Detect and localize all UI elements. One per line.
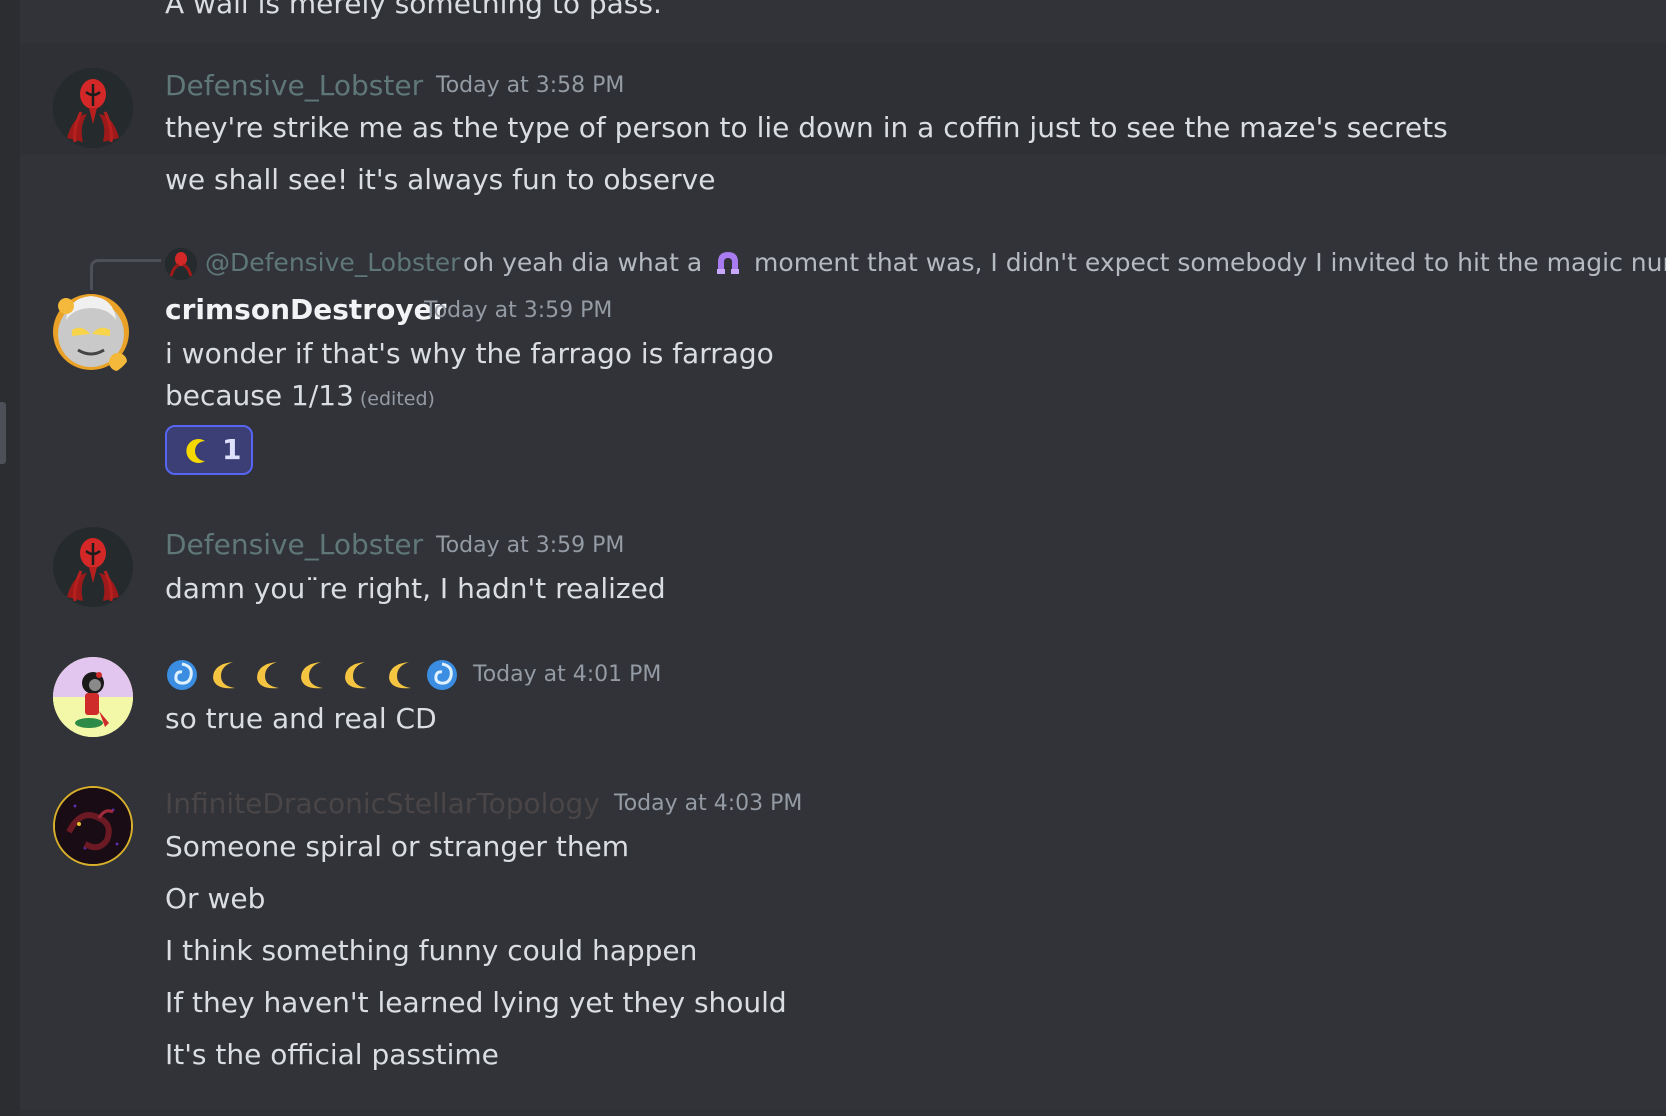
- message-text-line: because 1/13: [165, 379, 354, 412]
- username-crimson-destroyer[interactable]: crimsonDestroyer: [165, 292, 446, 328]
- message-text: we shall see! it's always fun to observe: [165, 163, 716, 196]
- message-text: Or web: [165, 882, 266, 915]
- timestamp[interactable]: Today at 3:59 PM: [436, 531, 624, 561]
- message-text: because 1/13 (edited): [165, 378, 435, 417]
- message-text: damn you¨re right, I hadn't realized: [165, 572, 666, 605]
- reaction-button[interactable]: 1: [165, 425, 253, 475]
- message-text: they're strike me as the type of person …: [165, 111, 1448, 144]
- message-text: If they haven't learned lying yet they s…: [165, 986, 787, 1019]
- edited-label: (edited): [359, 388, 435, 410]
- reaction-count: 1: [222, 433, 242, 466]
- red-lobster-avatar[interactable]: [53, 68, 133, 148]
- crescent-moon-emoji: [186, 439, 205, 463]
- cyclone-emoji: [167, 660, 197, 690]
- username-defensive-lobster[interactable]: Defensive_Lobster: [165, 68, 423, 104]
- timestamp[interactable]: Today at 3:59 PM: [424, 296, 612, 326]
- reply-mention[interactable]: @Defensive_Lobster: [205, 246, 460, 280]
- crescent-moon-emoji: [389, 662, 411, 689]
- scroll-indicator[interactable]: [0, 402, 6, 464]
- composer-edge: [20, 1110, 1666, 1116]
- crescent-moon-emoji: [345, 662, 367, 689]
- reply-preview[interactable]: oh yeah dia what a moment that was, I di…: [463, 246, 1666, 280]
- username-defensive-lobster[interactable]: Defensive_Lobster: [165, 527, 423, 563]
- purple-horseshoe-emoji: [717, 252, 740, 274]
- dark-dragon-avatar[interactable]: [53, 786, 133, 866]
- timestamp[interactable]: Today at 4:03 PM: [614, 789, 802, 819]
- message-text: It's the official passtime: [165, 1038, 499, 1071]
- message-text: i wonder if that's why the farrago is fa…: [165, 337, 774, 370]
- sitting-girl-avatar[interactable]: [53, 657, 133, 737]
- red-lobster-avatar[interactable]: [53, 527, 133, 607]
- username-emoji[interactable]: [165, 655, 459, 695]
- reply-text-before: oh yeah dia what a: [463, 248, 703, 277]
- message-text: A wall is merely something to pass.: [165, 0, 662, 20]
- timestamp[interactable]: Today at 4:01 PM: [473, 660, 661, 690]
- username-infinite-draconic[interactable]: InfiniteDraconicStellarTopology: [165, 786, 600, 822]
- timestamp[interactable]: Today at 3:58 PM: [436, 71, 624, 101]
- message-text: so true and real CD: [165, 702, 437, 735]
- reply-avatar-icon[interactable]: [165, 248, 197, 280]
- reply-text-after: moment that was, I didn't expect somebod…: [754, 248, 1666, 277]
- cyclone-emoji: [427, 660, 457, 690]
- channel-sidebar-edge: [0, 0, 20, 1116]
- crescent-moon-emoji: [301, 662, 323, 689]
- crescent-moon-emoji: [213, 662, 235, 689]
- message-text: I think something funny could happen: [165, 934, 698, 967]
- crescent-moon-emoji: [257, 662, 279, 689]
- message-text: Someone spiral or stranger them: [165, 830, 630, 863]
- gray-troll-avatar[interactable]: [48, 284, 134, 376]
